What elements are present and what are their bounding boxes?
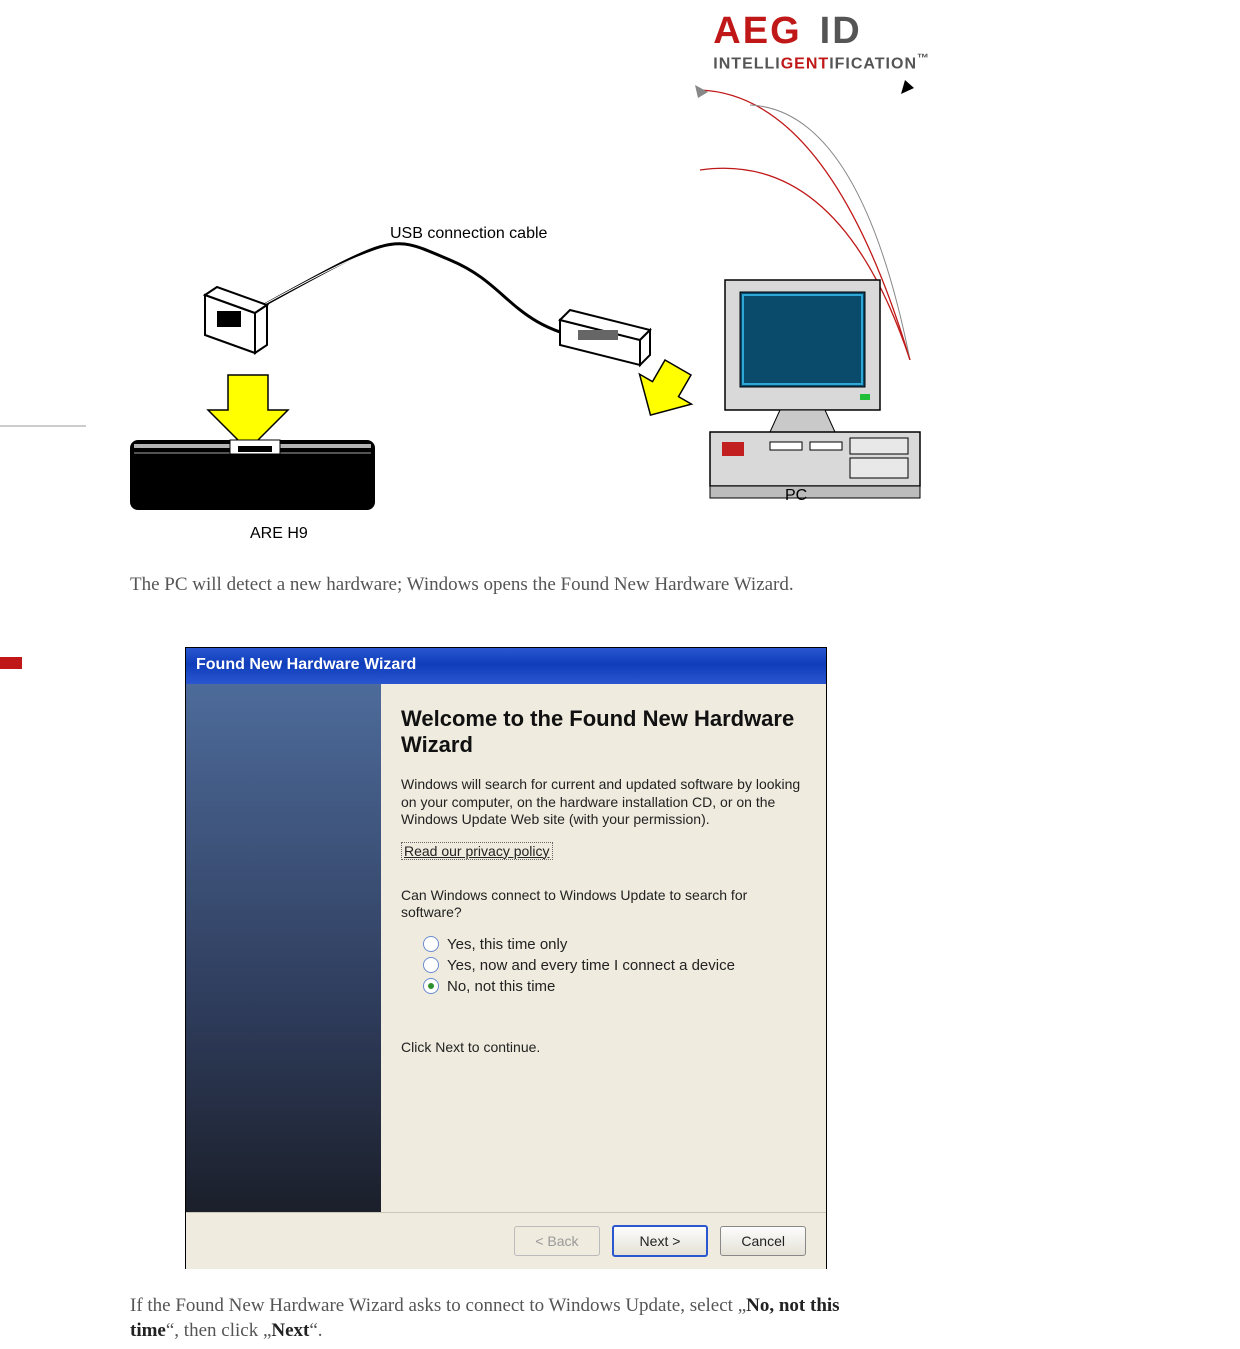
- brand-tagline: INTELLIGENTIFICATION™: [713, 51, 930, 73]
- connection-diagram: USB connection cable ARE H9 PC: [120, 225, 950, 545]
- device-label: ARE H9: [250, 525, 308, 543]
- radio-label-1: Yes, this time only: [447, 936, 567, 953]
- usb-cable-label: USB connection cable: [390, 225, 547, 243]
- back-button: < Back: [514, 1226, 599, 1256]
- hardware-wizard-dialog: Found New Hardware Wizard Welcome to the…: [185, 647, 827, 1269]
- wizard-body: Welcome to the Found New Hardware Wizard…: [186, 684, 826, 1212]
- tagline-tm: ™: [917, 51, 930, 65]
- tagline-part-2: GENT: [781, 55, 829, 72]
- paragraph-2: If the Found New Hardware Wizard asks to…: [130, 1294, 890, 1343]
- brand-header: AEG ID INTELLIGENTIFICATION™: [713, 10, 930, 73]
- wizard-question: Can Windows connect to Windows Update to…: [401, 887, 806, 922]
- tagline-part-3: IFICATION: [829, 55, 917, 72]
- para2-c: “, then click „: [166, 1320, 272, 1341]
- paragraph-1: The PC will detect a new hardware; Windo…: [130, 573, 890, 598]
- radio-option-3[interactable]: No, not this time: [423, 978, 806, 995]
- para2-e: “.: [309, 1320, 322, 1341]
- para2-bold-2: Next: [271, 1320, 309, 1341]
- cancel-button[interactable]: Cancel: [720, 1226, 806, 1256]
- wizard-main-panel: Welcome to the Found New Hardware Wizard…: [381, 684, 826, 1212]
- privacy-policy-link[interactable]: Read our privacy policy: [401, 842, 553, 860]
- radio-option-1[interactable]: Yes, this time only: [423, 936, 806, 953]
- radio-label-2: Yes, now and every time I connect a devi…: [447, 957, 735, 974]
- red-margin-marker: [0, 657, 22, 669]
- radio-icon: [423, 936, 439, 952]
- margin-rule: [0, 425, 86, 427]
- brand-aeg: AEG: [713, 10, 801, 52]
- wizard-sidebar-graphic: [186, 684, 381, 1212]
- pc-label: PC: [785, 487, 807, 505]
- radio-icon-selected: [423, 978, 439, 994]
- bottom-mask: [0, 1340, 1240, 1349]
- brand-line1: AEG ID: [713, 10, 930, 53]
- radio-icon: [423, 957, 439, 973]
- radio-option-2[interactable]: Yes, now and every time I connect a devi…: [423, 957, 806, 974]
- brand-id: ID: [820, 10, 862, 52]
- wizard-footer: < Back Next > Cancel: [186, 1212, 826, 1269]
- wizard-heading: Welcome to the Found New Hardware Wizard: [401, 706, 806, 758]
- wizard-continue-text: Click Next to continue.: [401, 1039, 806, 1057]
- tagline-part-1: INTELLI: [713, 55, 780, 72]
- diagram-svg: [120, 225, 950, 545]
- next-button[interactable]: Next >: [612, 1225, 709, 1257]
- wizard-titlebar[interactable]: Found New Hardware Wizard: [186, 648, 826, 684]
- wizard-intro-text: Windows will search for current and upda…: [401, 776, 806, 829]
- radio-label-3: No, not this time: [447, 978, 555, 995]
- para2-a: If the Found New Hardware Wizard asks to…: [130, 1295, 746, 1316]
